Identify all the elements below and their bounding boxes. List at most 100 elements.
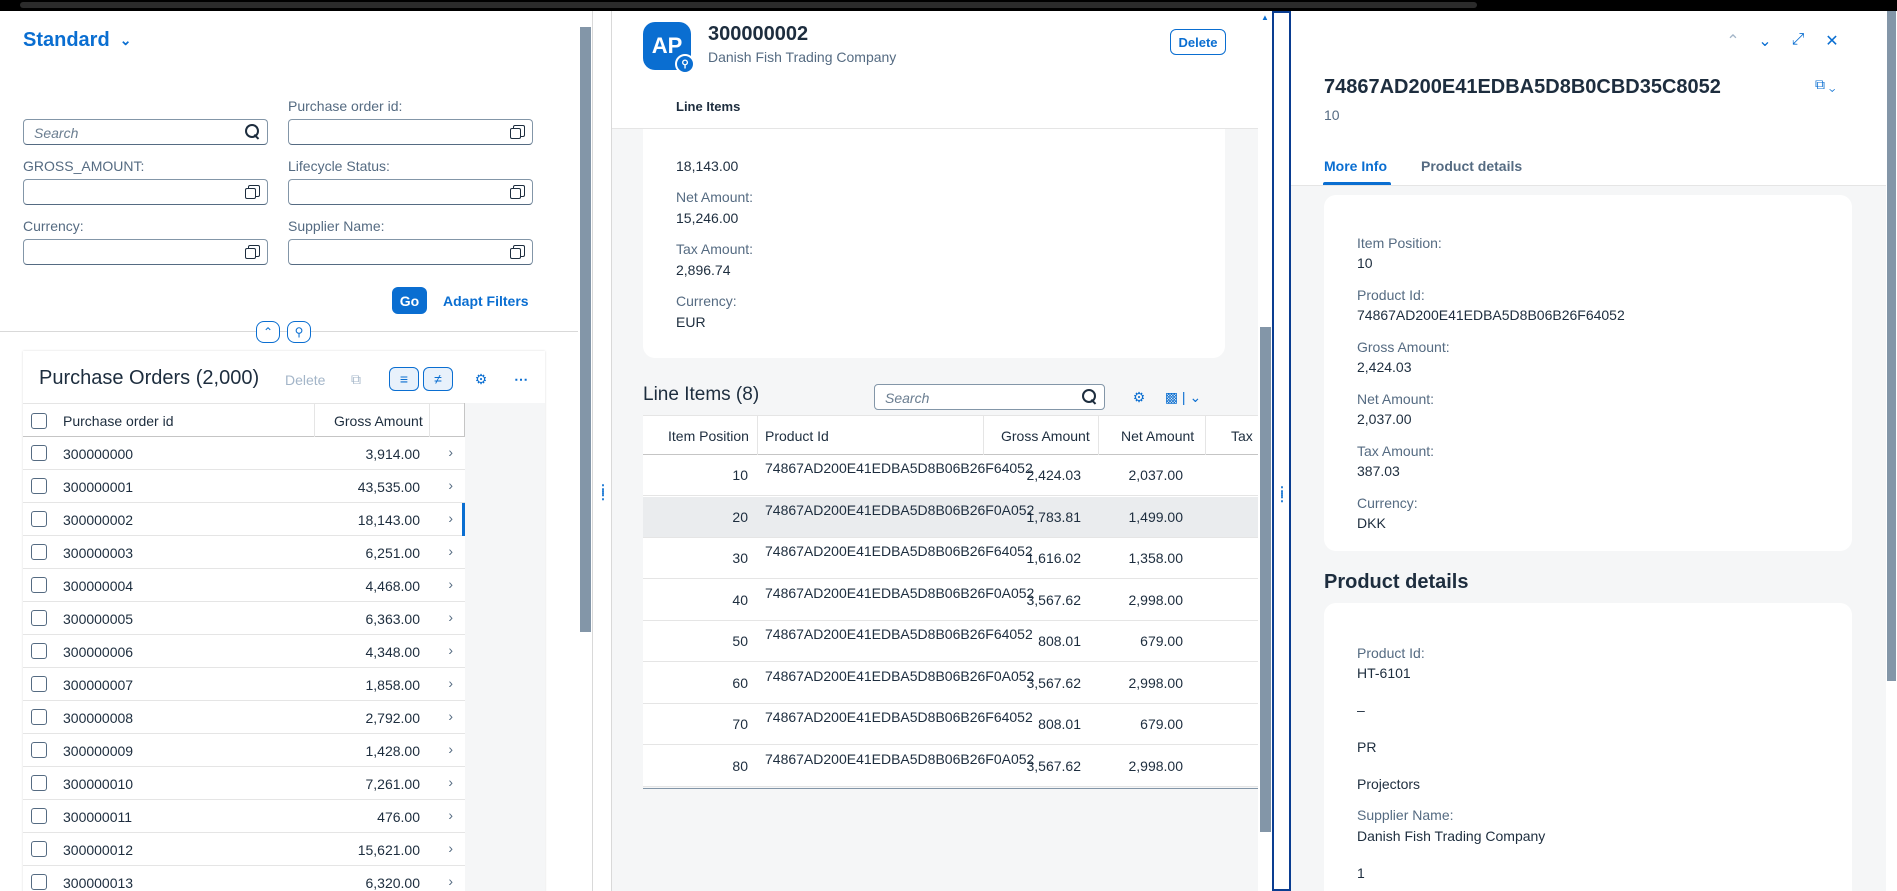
chevron-right-icon[interactable]: ›	[448, 840, 453, 856]
row-checkbox[interactable]	[31, 544, 47, 560]
table-row[interactable]: 300000000 3,914.00 ›	[23, 437, 465, 470]
table-row[interactable]: 300000013 6,320.00 ›	[23, 866, 465, 891]
variant-selector[interactable]: Standard ⌄	[23, 29, 131, 52]
adapt-filters-button[interactable]: Adapt Filters	[443, 293, 529, 309]
grip-icon[interactable]: ⋮ ⋮	[1276, 485, 1288, 506]
col-gross-amount[interactable]: Gross Amount	[334, 413, 423, 429]
row-checkbox[interactable]	[31, 610, 47, 626]
line-item-row[interactable]: 80 74867AD200E41EDBA5D8B06B26F0A052 3,567.…	[643, 745, 1258, 787]
table-row[interactable]: 300000006 4,348.00 ›	[23, 635, 465, 668]
scrollbar-thumb[interactable]	[580, 27, 591, 632]
col-product-id[interactable]: Product Id	[765, 428, 829, 444]
table-row[interactable]: 300000011 476.00 ›	[23, 800, 465, 833]
table-row[interactable]: 300000007 1,858.00 ›	[23, 668, 465, 701]
go-button[interactable]: Go	[392, 287, 427, 314]
column-resizer[interactable]: ⋮ ⋮	[1272, 11, 1291, 891]
item-page-scrollbar[interactable]	[1886, 11, 1897, 891]
next-item-icon[interactable]: ⌄	[1755, 31, 1775, 51]
value-help-icon[interactable]	[245, 185, 260, 199]
table-row[interactable]: 300000003 6,251.00 ›	[23, 536, 465, 569]
chevron-right-icon[interactable]: ›	[448, 675, 453, 691]
chevron-right-icon[interactable]: ›	[448, 774, 453, 790]
lifecycle-field[interactable]	[288, 179, 533, 205]
expand-all-icon[interactable]: ≡	[389, 367, 419, 391]
grip-icon[interactable]: ⋮ ⋮	[597, 483, 609, 504]
col-tax[interactable]: Tax	[1231, 428, 1253, 444]
col-gross-amount[interactable]: Gross Amount	[1001, 428, 1090, 444]
table-row[interactable]: 300000004 4,468.00 ›	[23, 569, 465, 602]
row-checkbox[interactable]	[31, 577, 47, 593]
search-input[interactable]: Search	[23, 119, 268, 145]
line-item-row[interactable]: 60 74867AD200E41EDBA5D8B06B26F0A052 3,567.…	[643, 662, 1258, 704]
row-checkbox[interactable]	[31, 709, 47, 725]
settings-gear-icon[interactable]: ⚙	[1124, 385, 1154, 409]
table-row[interactable]: 300000001 43,535.00 ›	[23, 470, 465, 503]
delete-button[interactable]: Delete	[1170, 29, 1226, 55]
row-checkbox[interactable]	[31, 775, 47, 791]
table-row[interactable]: 300000002 18,143.00 ›	[23, 503, 465, 536]
fullscreen-icon[interactable]: ⤢	[1788, 31, 1808, 49]
value-help-icon[interactable]	[245, 245, 260, 259]
chevron-right-icon[interactable]: ›	[448, 873, 453, 889]
column-resizer[interactable]: ⋮ ⋮	[592, 11, 612, 891]
table-row[interactable]: 300000008 2,792.00 ›	[23, 701, 465, 734]
row-checkbox[interactable]	[31, 676, 47, 692]
chevron-right-icon[interactable]: ›	[448, 510, 453, 526]
copy-icon[interactable]: ⧉	[341, 367, 371, 391]
anchor-line-items[interactable]: Line Items	[676, 99, 740, 114]
more-options-icon[interactable]: ⋯	[506, 367, 536, 391]
line-item-row[interactable]: 50 74867AD200E41EDBA5D8B06B26F64052 808.01…	[643, 621, 1258, 662]
collapse-all-icon[interactable]: ≠	[423, 367, 453, 391]
zoom-icon[interactable]: ⚲	[675, 54, 695, 74]
object-page-scrollbar[interactable]: ▲	[1258, 11, 1272, 891]
chevron-right-icon[interactable]: ›	[448, 741, 453, 757]
po-id-field[interactable]	[288, 119, 533, 145]
row-checkbox[interactable]	[31, 742, 47, 758]
scrollbar-thumb[interactable]	[1260, 327, 1271, 832]
close-icon[interactable]: ✕	[1822, 31, 1842, 51]
chevron-right-icon[interactable]: ›	[448, 444, 453, 460]
row-checkbox[interactable]	[31, 874, 47, 890]
select-all-checkbox[interactable]	[31, 413, 47, 429]
chevron-right-icon[interactable]: ›	[448, 642, 453, 658]
gross-amount-field[interactable]	[23, 179, 268, 205]
row-checkbox[interactable]	[31, 808, 47, 824]
col-net-amount[interactable]: Net Amount	[1121, 428, 1194, 444]
collapse-header-button[interactable]: ⌃	[256, 321, 280, 343]
value-help-icon[interactable]	[510, 245, 525, 259]
row-checkbox[interactable]	[31, 511, 47, 527]
chevron-right-icon[interactable]: ›	[448, 543, 453, 559]
col-po-id[interactable]: Purchase order id	[63, 413, 174, 429]
value-help-icon[interactable]	[510, 125, 525, 139]
scroll-up-icon[interactable]: ▲	[1261, 13, 1269, 22]
table-row[interactable]: 300000009 1,428.00 ›	[23, 734, 465, 767]
chevron-right-icon[interactable]: ›	[448, 708, 453, 724]
value-help-icon[interactable]	[510, 185, 525, 199]
col-item-position[interactable]: Item Position	[668, 428, 749, 444]
search-icon[interactable]	[1082, 389, 1097, 404]
delete-button[interactable]: Delete	[285, 372, 325, 388]
settings-gear-icon[interactable]: ⚙	[466, 367, 496, 391]
currency-field[interactable]	[23, 239, 268, 265]
search-icon[interactable]	[245, 124, 260, 139]
top-scrollbar[interactable]	[20, 2, 1477, 8]
line-items-search[interactable]: Search	[874, 384, 1105, 410]
table-row[interactable]: 300000005 6,363.00 ›	[23, 602, 465, 635]
export-icon[interactable]: ▩ | ⌄	[1158, 385, 1208, 409]
chevron-right-icon[interactable]: ›	[448, 576, 453, 592]
line-item-row[interactable]: 10 74867AD200E41EDBA5D8B06B26F64052 2,424.…	[643, 455, 1258, 496]
line-item-row[interactable]: 20 74867AD200E41EDBA5D8B06B26F0A052 1,783.…	[643, 496, 1258, 538]
row-checkbox[interactable]	[31, 478, 47, 494]
chevron-right-icon[interactable]: ›	[448, 807, 453, 823]
tab-more-info[interactable]: More Info	[1324, 158, 1387, 174]
row-checkbox[interactable]	[31, 643, 47, 659]
line-item-row[interactable]: 70 74867AD200E41EDBA5D8B06B26F64052 808.01…	[643, 704, 1258, 745]
pin-header-button[interactable]: ⚲	[287, 321, 311, 343]
row-checkbox[interactable]	[31, 445, 47, 461]
share-icon[interactable]: ⧉ ⌄	[1815, 76, 1836, 93]
chevron-right-icon[interactable]: ›	[448, 609, 453, 625]
previous-item-icon[interactable]: ⌃	[1723, 31, 1743, 51]
scrollbar-thumb[interactable]	[1887, 11, 1896, 681]
table-row[interactable]: 300000010 7,261.00 ›	[23, 767, 465, 800]
row-checkbox[interactable]	[31, 841, 47, 857]
